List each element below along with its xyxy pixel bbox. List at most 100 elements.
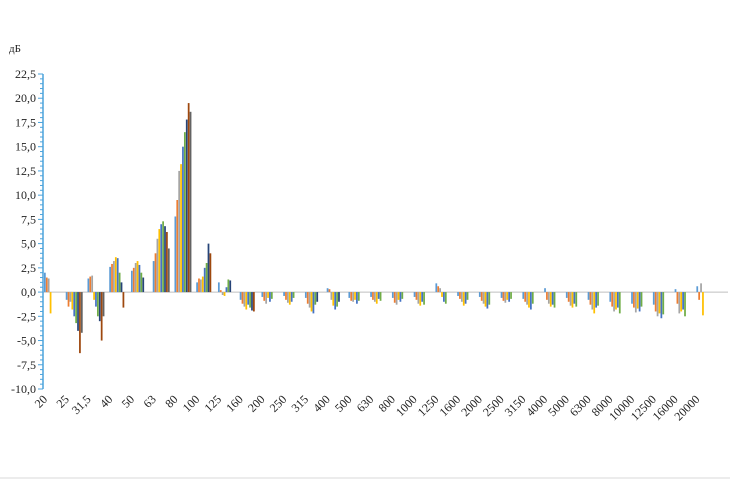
bar (401, 292, 404, 299)
bar (69, 292, 72, 302)
bar (180, 164, 182, 293)
bar (109, 266, 111, 293)
bar (551, 292, 554, 305)
bar (140, 272, 143, 293)
bar (77, 292, 79, 331)
bar (116, 258, 119, 293)
bar (460, 292, 463, 302)
bar (290, 292, 293, 302)
bar (698, 292, 701, 300)
bar (415, 292, 418, 300)
bar (160, 224, 163, 293)
bar (375, 292, 378, 304)
bar (154, 253, 157, 293)
y-axis: 22,5 20,0 17,5 15,0 12,5 10,0 7,5 5,0 2,5 0,0 -2,5… (11, 67, 44, 396)
bar (270, 292, 273, 299)
bar (480, 292, 483, 301)
bar (122, 292, 125, 308)
y-tick-label: -2,5 (17, 309, 36, 323)
bar (419, 292, 422, 306)
bar (223, 292, 226, 296)
bar (372, 292, 374, 300)
bar (611, 292, 614, 307)
bar (569, 292, 572, 306)
bar (593, 292, 596, 314)
bar (79, 292, 81, 354)
bar (178, 170, 181, 293)
bar (544, 288, 546, 293)
bar (162, 221, 164, 293)
bar (251, 292, 253, 311)
x-tick-label: 125 (201, 392, 224, 415)
bar (156, 238, 159, 293)
bar (265, 292, 268, 304)
bar (98, 292, 101, 322)
bar (225, 287, 228, 293)
bar (609, 292, 612, 302)
bar (113, 261, 115, 293)
bar (528, 292, 530, 308)
bar (164, 226, 166, 293)
bar (167, 248, 170, 293)
bar (49, 292, 52, 314)
y-tick-label: 10,0 (15, 188, 36, 202)
bar (239, 292, 242, 300)
bar (80, 292, 83, 333)
bar (546, 292, 548, 300)
bars-group (44, 103, 704, 354)
bar (288, 292, 291, 305)
bar (678, 292, 681, 314)
y-tick-label: 12,5 (15, 164, 36, 178)
bar (114, 257, 117, 293)
bar (209, 253, 212, 293)
bar (634, 292, 637, 313)
x-tick-label: 63 (140, 392, 158, 410)
bar (530, 292, 532, 310)
bar (247, 292, 250, 305)
x-tick-label: 315 (288, 392, 311, 415)
y-tick-label: 17,5 (15, 115, 36, 129)
y-tick-label: 15,0 (15, 140, 36, 154)
bar (241, 292, 244, 304)
bar (356, 292, 358, 304)
bar (504, 292, 507, 303)
x-tick-label: 20000 (671, 392, 702, 423)
x-tick-label: 630 (354, 392, 377, 415)
x-tick-label: 250 (267, 392, 290, 415)
bar (253, 292, 255, 312)
bar (377, 292, 380, 299)
x-tick-label: 2000 (458, 392, 485, 419)
bar (684, 292, 686, 317)
bar (174, 216, 177, 293)
bar (488, 292, 491, 305)
bar (573, 292, 576, 304)
bar (183, 132, 186, 293)
bar (357, 292, 360, 301)
bar (682, 292, 684, 310)
bar (203, 267, 206, 293)
bar (508, 292, 511, 302)
bar (120, 282, 123, 293)
bar (100, 292, 103, 341)
bar (522, 292, 525, 299)
bar (354, 292, 356, 300)
bar (152, 261, 155, 293)
x-tick-label: 1000 (393, 392, 420, 419)
x-tick-label: 100 (180, 392, 203, 415)
bar (567, 292, 570, 302)
bar (597, 292, 599, 306)
bar (549, 292, 552, 307)
bar (267, 292, 269, 298)
bar (75, 292, 77, 324)
bar (47, 278, 50, 293)
bar (437, 286, 440, 293)
x-tick-label: 2500 (480, 392, 507, 419)
bar (306, 292, 309, 304)
bar (87, 278, 90, 293)
bar (45, 277, 48, 293)
bar (189, 111, 192, 293)
bar (334, 292, 337, 310)
bar (263, 292, 266, 301)
bar (413, 292, 416, 297)
bar (656, 292, 659, 317)
